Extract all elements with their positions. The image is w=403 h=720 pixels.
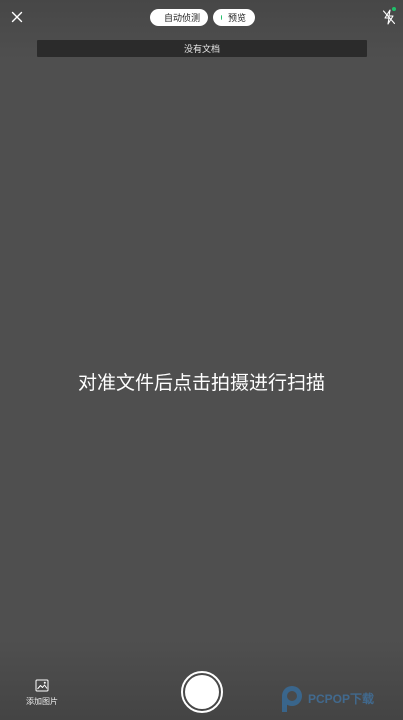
watermark-logo <box>282 686 302 712</box>
close-icon <box>11 11 23 23</box>
auto-detect-toggle[interactable]: 自动侦测 <box>150 9 208 26</box>
shutter-inner <box>185 675 219 709</box>
flash-status-dot <box>392 7 396 11</box>
preview-toggle[interactable]: 预览 <box>213 9 255 26</box>
add-image-button[interactable]: 添加图片 <box>26 679 58 707</box>
document-status-banner: 没有文档 <box>37 40 367 57</box>
shutter-button[interactable] <box>181 671 223 713</box>
close-button[interactable] <box>8 8 26 26</box>
watermark-text: PCPOP下载 <box>308 692 375 706</box>
top-bar: 自动侦测 预览 <box>0 0 403 36</box>
watermark: PCPOP下载 <box>280 684 400 714</box>
auto-detect-label: 自动侦测 <box>164 14 201 24</box>
document-status-text: 没有文档 <box>183 45 220 55</box>
image-icon <box>35 679 49 692</box>
camera-viewfinder <box>0 0 403 720</box>
add-image-label: 添加图片 <box>26 697 58 706</box>
scan-hint-text: 对准文件后点击拍摄进行扫描 <box>77 372 325 394</box>
status-dot <box>221 15 222 20</box>
preview-label: 预览 <box>227 14 246 24</box>
